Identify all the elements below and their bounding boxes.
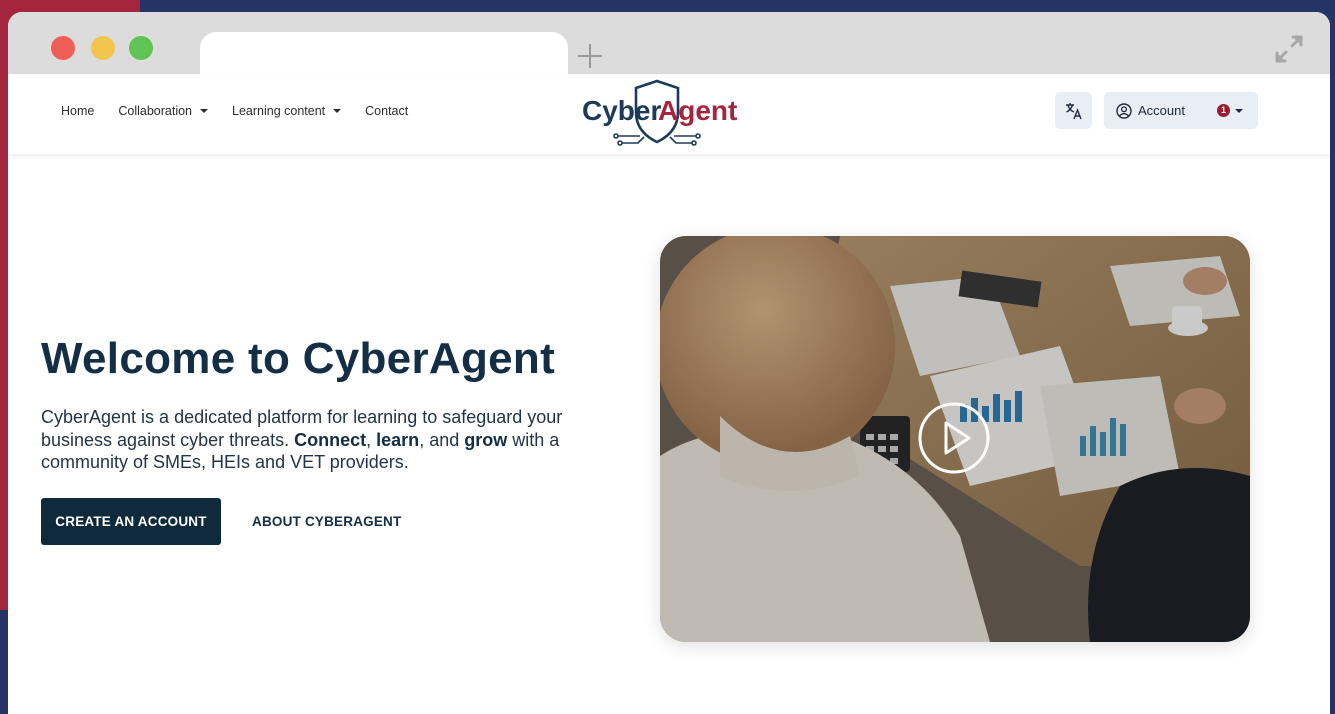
new-tab-plus-icon[interactable] <box>576 42 604 70</box>
hero-description-text: , and <box>419 429 465 450</box>
nav-collaboration-label: Collaboration <box>118 104 193 118</box>
notification-badge: 1 <box>1217 104 1230 117</box>
chevron-down-icon <box>333 109 342 113</box>
account-label: Account <box>1138 103 1185 118</box>
maximize-window-button[interactable] <box>129 36 153 60</box>
play-icon[interactable] <box>917 401 991 475</box>
nav-learning-content[interactable]: Learning content <box>232 104 342 118</box>
cyberagent-logo[interactable]: Cyber Agent <box>572 78 742 152</box>
language-button[interactable] <box>1055 92 1092 129</box>
logo-text-cyber: Cyber <box>582 95 661 126</box>
browser-tab-bar <box>8 12 1330 74</box>
hero-description: CyberAgent is a dedicated platform for l… <box>41 406 621 474</box>
nav-home[interactable]: Home <box>61 104 94 118</box>
hero-description-emphasis: learn <box>376 429 420 450</box>
about-cyberagent-link[interactable]: ABOUT CYBERAGENT <box>240 498 413 545</box>
user-circle-icon <box>1116 102 1132 119</box>
main-nav: Home Collaboration Learning content Cont… <box>61 104 432 118</box>
chevron-down-icon <box>200 109 209 113</box>
nav-collaboration[interactable]: Collaboration <box>118 104 209 118</box>
minimize-window-button[interactable] <box>91 36 115 60</box>
nav-contact-label: Contact <box>365 104 409 118</box>
account-button[interactable]: Account 1 <box>1104 92 1258 129</box>
hero-description-emphasis: Connect <box>294 429 367 450</box>
site-navbar: Home Collaboration Learning content Cont… <box>8 74 1330 154</box>
nav-learning-content-label: Learning content <box>232 104 326 118</box>
translate-icon <box>1065 102 1082 119</box>
chevron-down-icon <box>1235 109 1243 113</box>
nav-home-label: Home <box>61 104 95 118</box>
create-account-button[interactable]: CREATE AN ACCOUNT <box>41 498 221 545</box>
hero-description-emphasis: grow <box>464 429 508 450</box>
hero-title: Welcome to CyberAgent <box>41 334 556 383</box>
nav-contact[interactable]: Contact <box>365 104 408 118</box>
logo-text-agent: Agent <box>658 95 737 126</box>
browser-tab-active[interactable] <box>200 32 568 74</box>
fullscreen-expand-icon[interactable] <box>1272 32 1306 66</box>
hero-description-text: , <box>366 429 377 450</box>
close-window-button[interactable] <box>51 36 75 60</box>
